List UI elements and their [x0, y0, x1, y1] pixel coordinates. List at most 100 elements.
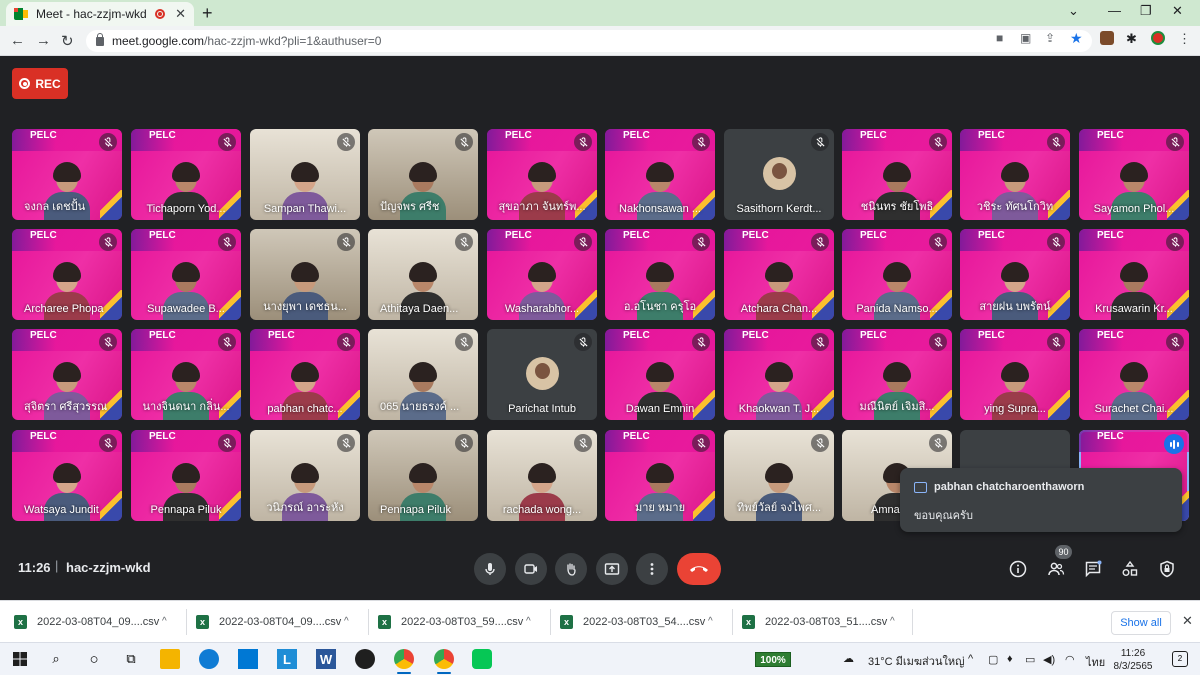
participant-tile[interactable]: PELC นางจินดนา กลิ่น...	[131, 329, 241, 420]
task-view-icon[interactable]: ⧉	[121, 649, 141, 669]
new-tab-button[interactable]: +	[202, 3, 213, 24]
chat-button[interactable]	[1081, 557, 1105, 581]
leave-call-button[interactable]	[677, 553, 721, 585]
participant-tile[interactable]: PELC Washarabhor...	[487, 229, 597, 320]
participant-tile[interactable]: PELC สายฝน บพรัตน์	[960, 229, 1070, 320]
participants-button[interactable]	[1044, 557, 1068, 581]
download-menu-chevron-icon[interactable]: ^	[890, 616, 895, 627]
participant-tile[interactable]: PELC มาย หมาย	[605, 430, 715, 521]
show-all-downloads-button[interactable]: Show all	[1111, 611, 1171, 635]
battery-percent[interactable]: 100%	[755, 652, 791, 667]
mail-icon[interactable]	[238, 649, 258, 669]
reload-icon[interactable]: ↻	[61, 32, 74, 50]
input-language[interactable]: ไทย	[1086, 653, 1105, 671]
more-options-button[interactable]	[636, 553, 668, 585]
participant-tile[interactable]: PELC Krusawarin Kr...	[1079, 229, 1189, 320]
back-arrow-icon[interactable]: ←	[10, 32, 25, 49]
participant-tile[interactable]: นางยุพา เดชธน...	[250, 229, 360, 320]
participant-tile[interactable]: PELC Tichaporn Yod...	[131, 129, 241, 220]
notification-center-icon[interactable]: 2	[1172, 651, 1188, 667]
chrome-taskbar-icon-2[interactable]	[434, 649, 454, 674]
participant-tile[interactable]: PELC วชิระ ทัศนโกวิท	[960, 129, 1070, 220]
file-explorer-icon[interactable]	[160, 649, 180, 669]
download-item[interactable]: x 2022-03-08T04_09....csv ^	[14, 613, 182, 631]
participant-tile[interactable]: ปัญจพร ศรีช	[368, 129, 478, 220]
minimize-button[interactable]: —	[1108, 3, 1121, 18]
participant-tile[interactable]: 065 นายธรงค์ ...	[368, 329, 478, 420]
participant-tile[interactable]: PELC Surachet Chai...	[1079, 329, 1189, 420]
microphone-button[interactable]	[474, 553, 506, 585]
download-item[interactable]: x 2022-03-08T03_51....csv ^	[742, 613, 910, 631]
participant-tile[interactable]: Pennapa Piluk	[368, 430, 478, 521]
camera-button[interactable]	[515, 553, 547, 585]
obs-icon[interactable]	[355, 649, 375, 669]
bookmark-star-icon[interactable]: ★	[1070, 30, 1083, 47]
download-item[interactable]: x 2022-03-08T03_54....csv ^	[560, 613, 728, 631]
participant-tile[interactable]: PELC Nakhonsawan ...	[605, 129, 715, 220]
restore-button[interactable]: ❐	[1140, 3, 1152, 19]
volume-icon[interactable]: ◀)	[1043, 653, 1055, 666]
participant-tile[interactable]: Athitaya Daen...	[368, 229, 478, 320]
line-app-icon[interactable]	[472, 649, 492, 669]
participant-tile[interactable]: PELC มณีนิตย์ เจิมสิ...	[842, 329, 952, 420]
present-screen-button[interactable]	[596, 553, 628, 585]
participant-tile[interactable]: PELC ชนินทร ชัยโพธิ	[842, 129, 952, 220]
participant-tile[interactable]: PELC Panida Namso...	[842, 229, 952, 320]
chrome-menu-icon[interactable]: ⋮	[1178, 31, 1192, 46]
participant-tile[interactable]: PELC Sayamon Phol...	[1079, 129, 1189, 220]
participant-tile[interactable]: PELC สุจิตรา ศรีสุวรรณ	[12, 329, 122, 420]
chrome-taskbar-icon[interactable]	[394, 649, 414, 674]
edge-browser-icon[interactable]	[199, 649, 219, 669]
download-item[interactable]: x 2022-03-08T04_09....csv ^	[196, 613, 364, 631]
participant-tile[interactable]: PELC ying Supra...	[960, 329, 1070, 420]
download-menu-chevron-icon[interactable]: ^	[708, 616, 713, 627]
cortana-icon[interactable]: ○	[84, 649, 104, 669]
participant-tile[interactable]: Sasithorn Kerdt...	[724, 129, 834, 220]
raise-hand-button[interactable]	[555, 553, 587, 585]
camera-in-use-icon[interactable]: ■	[996, 31, 1003, 45]
battery-icon[interactable]: ▭	[1025, 653, 1035, 666]
recording-button[interactable]: REC	[12, 68, 68, 99]
wifi-icon[interactable]: ◠	[1065, 653, 1075, 666]
participant-tile[interactable]: PELC Supawadee B...	[131, 229, 241, 320]
participant-tile[interactable]: PELC Pennapa Piluk	[131, 430, 241, 521]
download-menu-chevron-icon[interactable]: ^	[344, 616, 349, 627]
participant-tile[interactable]: PELC Atchara Chan...	[724, 229, 834, 320]
participant-tile[interactable]: rachada wong...	[487, 430, 597, 521]
participant-tile[interactable]: Sampan Thawi...	[250, 129, 360, 220]
chat-message-toast[interactable]: pabhan chatcharoenthaworn ขอบคุณครับ	[900, 468, 1182, 532]
profile-avatar[interactable]	[1151, 31, 1165, 45]
download-menu-chevron-icon[interactable]: ^	[526, 616, 531, 627]
translate-icon[interactable]: ▣	[1020, 31, 1031, 45]
word-icon[interactable]: W	[316, 649, 336, 669]
download-item[interactable]: x 2022-03-08T03_59....csv ^	[378, 613, 546, 631]
url-bar[interactable]: meet.google.com /hac-zzjm-wkd?pli=1&auth…	[86, 30, 1092, 52]
download-shelf-close-icon[interactable]: ✕	[1182, 613, 1193, 629]
taskbar-clock[interactable]: 11:26 8/3/2565	[1108, 647, 1158, 673]
weather-text[interactable]: 31°C มีเมฆส่วนใหญ่	[868, 652, 964, 670]
share-icon[interactable]: ⇪	[1045, 31, 1055, 45]
tab-search-chevron-icon[interactable]: ⌄	[1068, 3, 1079, 19]
windows-start-icon[interactable]	[10, 649, 30, 669]
participant-tile[interactable]: PELC pabhan chatc...	[250, 329, 360, 420]
tab-close-icon[interactable]: ✕	[175, 6, 186, 22]
host-controls-button[interactable]	[1155, 557, 1179, 581]
participant-tile[interactable]: PELC Archaree Phopa	[12, 229, 122, 320]
tray-chevron-icon[interactable]: ^	[968, 653, 973, 665]
participant-tile[interactable]: PELC สุขอาภา จันทร์พ...	[487, 129, 597, 220]
participant-tile[interactable]: วนิภรณ์ อาระหัง	[250, 430, 360, 521]
extension-icon[interactable]	[1100, 31, 1114, 45]
participant-tile[interactable]: Parichat Intub	[487, 329, 597, 420]
participant-tile[interactable]: PELC Dawan Emnin	[605, 329, 715, 420]
participant-tile[interactable]: PELC Khaokwan T. J...	[724, 329, 834, 420]
browser-tab-meet[interactable]: Meet - hac-zzjm-wkd ✕	[6, 2, 194, 26]
search-icon[interactable]: ⌕	[46, 649, 66, 669]
meeting-details-button[interactable]	[1006, 557, 1030, 581]
window-close-button[interactable]: ✕	[1172, 3, 1183, 19]
tray-app-icon[interactable]: ▢	[988, 653, 998, 666]
download-menu-chevron-icon[interactable]: ^	[162, 616, 167, 627]
activities-button[interactable]	[1118, 557, 1142, 581]
puzzle-extensions-icon[interactable]: ✱	[1126, 31, 1140, 46]
tray-mic-icon[interactable]: ♦	[1007, 653, 1013, 665]
participant-tile[interactable]: PELC Watsaya Jundit	[12, 430, 122, 521]
